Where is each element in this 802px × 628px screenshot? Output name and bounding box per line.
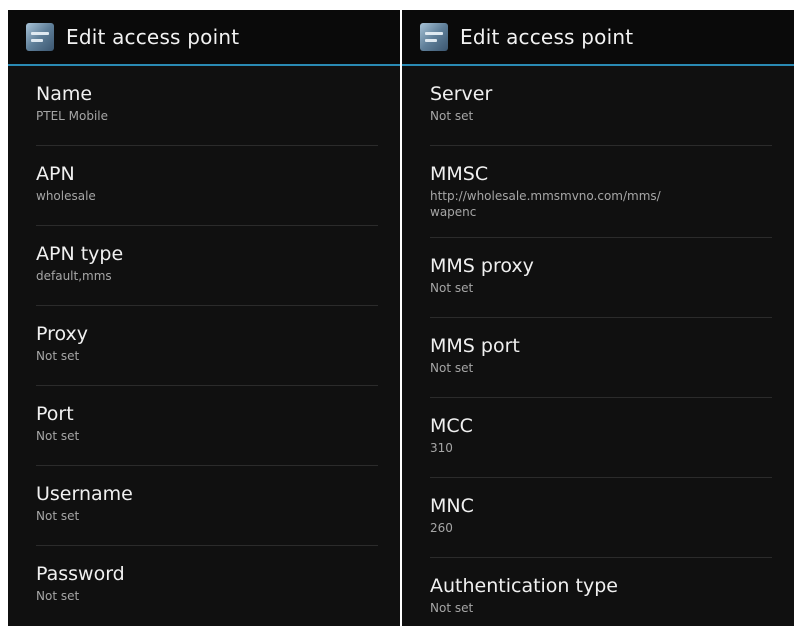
preference-list: Server Not set MMSC http://wholesale.mms… xyxy=(402,66,794,626)
page-title: Edit access point xyxy=(460,25,634,49)
action-bar: Edit access point xyxy=(8,10,400,66)
pref-password[interactable]: Password Not set xyxy=(36,546,378,626)
pref-mms-port-label: MMS port xyxy=(430,335,520,357)
pref-server-label: Server xyxy=(430,83,493,105)
pref-proxy-label: Proxy xyxy=(36,323,89,345)
pref-mms-proxy-label: MMS proxy xyxy=(430,255,534,277)
pref-mms-proxy[interactable]: MMS proxy Not set xyxy=(430,238,772,318)
pref-apn-type-label: APN type xyxy=(36,243,124,265)
pref-authentication-type-value: Not set xyxy=(430,601,474,615)
pref-name-label: Name xyxy=(36,83,93,105)
pref-proxy-value: Not set xyxy=(36,349,80,363)
pref-server-value: Not set xyxy=(430,109,474,123)
action-bar: Edit access point xyxy=(402,10,794,66)
pref-name-value: PTEL Mobile xyxy=(36,109,109,123)
pref-apn[interactable]: APN wholesale xyxy=(36,146,378,226)
pref-mmsc[interactable]: MMSC http://wholesale.mmsmvno.com/mms/ w… xyxy=(430,146,772,238)
pref-username-label: Username xyxy=(36,483,133,505)
pref-apn-value: wholesale xyxy=(36,189,96,203)
left-screen: Edit access point Name PTEL Mobile APN w… xyxy=(8,10,400,626)
pref-password-label: Password xyxy=(36,563,125,585)
pref-mcc-value: 310 xyxy=(430,441,453,455)
pref-apn-type[interactable]: APN type default,mms xyxy=(36,226,378,306)
pref-mms-port-value: Not set xyxy=(430,361,474,375)
pref-mmsc-label: MMSC xyxy=(430,163,489,185)
pref-apn-label: APN xyxy=(36,163,75,185)
pref-proxy[interactable]: Proxy Not set xyxy=(36,306,378,386)
pref-username[interactable]: Username Not set xyxy=(36,466,378,546)
pref-name[interactable]: Name PTEL Mobile xyxy=(36,66,378,146)
pref-mms-proxy-value: Not set xyxy=(430,281,474,295)
settings-apn-icon[interactable] xyxy=(26,23,54,51)
pref-password-value: Not set xyxy=(36,589,80,603)
pref-apn-type-value: default,mms xyxy=(36,269,112,283)
pref-mnc-label: MNC xyxy=(430,495,474,517)
pref-mnc[interactable]: MNC 260 xyxy=(430,478,772,558)
pref-server[interactable]: Server Not set xyxy=(430,66,772,146)
pref-authentication-type[interactable]: Authentication type Not set xyxy=(430,558,772,626)
pref-port-label: Port xyxy=(36,403,74,425)
pref-port[interactable]: Port Not set xyxy=(36,386,378,466)
settings-apn-icon[interactable] xyxy=(420,23,448,51)
right-screen: Edit access point Server Not set MMSC ht… xyxy=(402,10,794,626)
pref-port-value: Not set xyxy=(36,429,80,443)
page-title: Edit access point xyxy=(66,25,240,49)
pref-mmsc-value: http://wholesale.mmsmvno.com/mms/ wapenc xyxy=(430,189,661,219)
pref-username-value: Not set xyxy=(36,509,80,523)
pref-authentication-type-label: Authentication type xyxy=(430,575,618,597)
preference-list: Name PTEL Mobile APN wholesale APN type … xyxy=(8,66,400,626)
pref-mcc[interactable]: MCC 310 xyxy=(430,398,772,478)
pref-mnc-value: 260 xyxy=(430,521,453,535)
pref-mms-port[interactable]: MMS port Not set xyxy=(430,318,772,398)
pref-mcc-label: MCC xyxy=(430,415,473,437)
